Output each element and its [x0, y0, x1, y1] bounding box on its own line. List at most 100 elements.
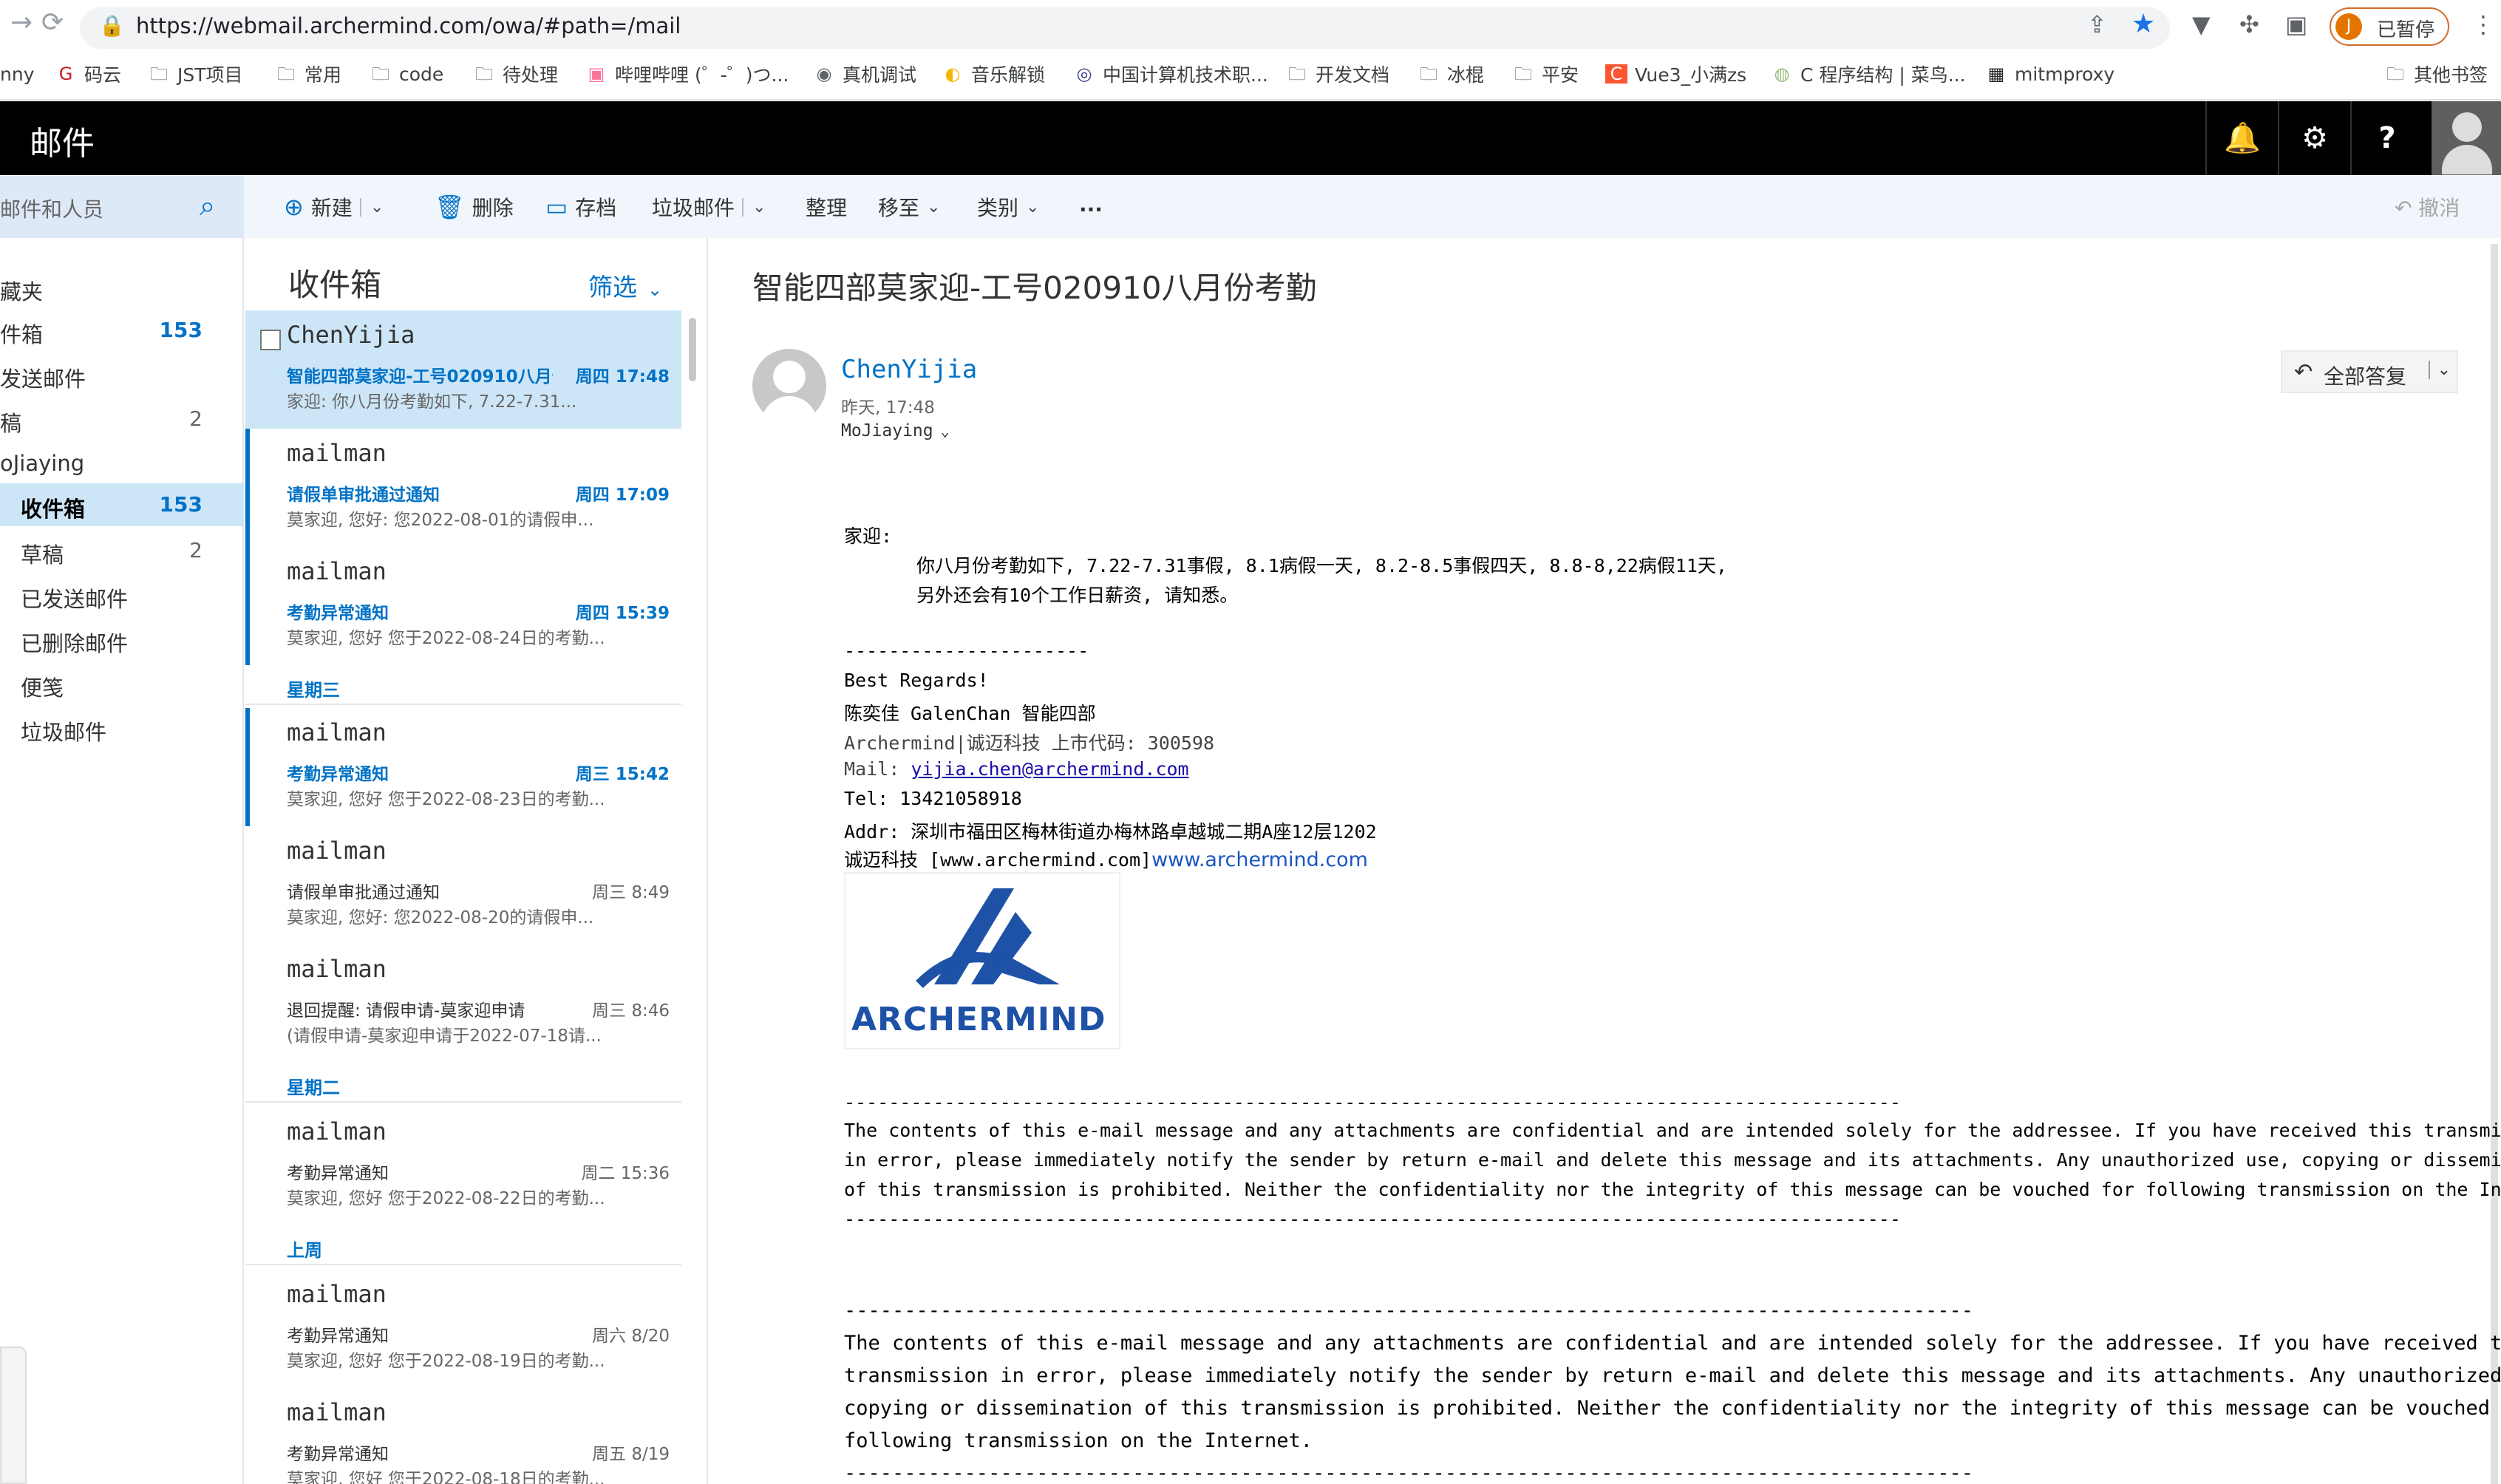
folder-inbox-fav[interactable]: 件箱 153 [0, 309, 244, 352]
site-icon: ◎ [1076, 64, 1092, 84]
globe-icon: ◉ [816, 64, 832, 84]
chevron-down-icon[interactable]: ⌄ [359, 197, 384, 217]
recipient[interactable]: MoJiaying ⌄ [841, 421, 950, 440]
archive-icon: ▭ [545, 193, 568, 221]
bookmark-folder[interactable]: 🗀 code [370, 61, 443, 87]
separator: ----------------------------------------… [844, 1208, 1901, 1230]
search-icon[interactable]: ⌕ [200, 189, 215, 222]
side-panel-icon[interactable]: ▣ [2285, 10, 2307, 38]
undo-button[interactable]: ↶ 撤消 [2395, 192, 2460, 222]
extensions-puzzle-icon[interactable]: ✣ [2239, 10, 2259, 38]
message-item[interactable]: ChenYijia 智能四部莫家迎-工号020910八月份考勤 周四 17:48… [245, 310, 681, 429]
more-actions-button[interactable]: ... [1079, 192, 1103, 217]
bookmark-item[interactable]: G 码云 [55, 61, 121, 87]
url-text[interactable]: https://webmail.archermind.com/owa/#path… [136, 13, 681, 38]
message-item[interactable]: mailman 考勤异常通知 周三 15:42 莫家迎, 您好 您于2022-0… [245, 708, 681, 826]
sender-name[interactable]: ChenYijia [841, 355, 977, 384]
folder-deleted[interactable]: 已删除邮件 [0, 618, 244, 661]
folder-notes[interactable]: 便笺 [0, 662, 244, 705]
bilibili-icon: ▣ [588, 64, 605, 84]
bookmark-item[interactable]: ◐ 音乐解锁 [942, 61, 1046, 87]
sweep-button[interactable]: 整理 [806, 192, 847, 222]
message-item[interactable]: mailman 考勤异常通知 周二 15:36 莫家迎, 您好 您于2022-0… [245, 1107, 681, 1225]
web-link[interactable]: www.archermind.com [1151, 848, 1368, 871]
folder-icon: 🗀 [1420, 64, 1437, 84]
bookmark-item[interactable]: ◎ 中国计算机技术职... [1073, 61, 1268, 87]
forward-icon[interactable]: → [10, 7, 33, 38]
delete-button[interactable]: 🗑 删除 [435, 192, 514, 222]
email-subject: 智能四部莫家迎-工号020910八月份考勤 [752, 270, 1317, 306]
sent-time: 昨天, 17:48 [841, 398, 935, 418]
bookmark-folder[interactable]: 🗀 待处理 [473, 61, 558, 87]
bookmark-item[interactable]: C Vue3_小满zs [1605, 61, 1746, 87]
trash-icon: 🗑 [435, 193, 465, 221]
csdn-icon: C [1605, 64, 1627, 84]
filter-button[interactable]: 筛选 ⌄ [588, 268, 662, 303]
message-item[interactable]: mailman 考勤异常通知 周五 8/19 莫家迎, 您好 您于2022-08… [245, 1388, 681, 1484]
help-icon[interactable]: ? [2350, 101, 2423, 175]
search-input[interactable]: 邮件和人员 [0, 194, 103, 223]
logo-wordmark: ARCHERMIND [851, 1001, 1106, 1038]
bookmark-item[interactable]: ◉ 真机调试 [813, 61, 917, 87]
chevron-down-icon[interactable]: ⌄ [742, 197, 766, 217]
expand-chevron-icon[interactable]: ⌄ [941, 422, 950, 440]
select-checkbox[interactable] [260, 330, 281, 350]
bookmark-item[interactable]: ▣ 哔哩哔哩 (゜-゜)つ... [585, 61, 789, 87]
archive-button[interactable]: ▭ 存档 [545, 192, 616, 222]
email-body-line: 另外还会有10个工作日薪资, 请知悉。 [916, 585, 1239, 606]
new-button[interactable]: ⊕ 新建 ⌄ [284, 192, 384, 222]
message-item[interactable]: mailman 退回提醒: 请假申请-莫家迎申请 周三 8:46 (请假申请-莫… [245, 944, 681, 1063]
folder-icon: 🗀 [2386, 64, 2404, 84]
email-body-line: 你八月份考勤如下, 7.22-7.31事假, 8.1病假一天, 8.2-8.5事… [916, 555, 1727, 576]
folder-favorites[interactable]: 藏夹 [0, 266, 244, 309]
folder-junk[interactable]: 垃圾邮件 [0, 707, 244, 749]
mailbox-header[interactable]: oJiaying [0, 442, 244, 485]
bookmark-folder[interactable]: 🗀 开发文档 [1286, 61, 1389, 87]
message-item[interactable]: mailman 请假单审批通过通知 周三 8:49 莫家迎, 您好: 您2022… [245, 826, 681, 944]
share-icon[interactable]: ⇪ [2087, 10, 2107, 38]
sender-avatar-head [773, 361, 806, 393]
settings-gear-icon[interactable]: ⚙ [2278, 101, 2350, 175]
categories-button[interactable]: 类别 ⌄ [977, 192, 1039, 222]
extension-v-icon[interactable]: ▼ [2192, 10, 2211, 38]
group-header: 星期二 [245, 1069, 681, 1103]
app-title[interactable]: 邮件 [30, 117, 95, 164]
chevron-down-icon[interactable]: ⌄ [2428, 361, 2451, 379]
bookmark-folder[interactable]: 🗀 平安 [1512, 61, 1579, 87]
reply-all-button[interactable]: ↶ 全部答复 ⌄ [2281, 350, 2458, 393]
mail-link[interactable]: yijia.chen@archermind.com [911, 758, 1188, 780]
reload-icon[interactable]: ⟳ [41, 7, 64, 38]
disclaimer-line: The contents of this e-mail message and … [844, 1120, 2501, 1141]
group-header: 星期三 [245, 671, 681, 705]
bookmark-folder[interactable]: 🗀 常用 [275, 61, 341, 87]
notifications-bell-icon[interactable]: 🔔 [2205, 101, 2278, 175]
menu-icon[interactable]: ⋮ [2471, 10, 2495, 38]
bookmark-folder[interactable]: 🗀 JST项目 [148, 61, 243, 87]
junk-button[interactable]: 垃圾邮件 ⌄ [652, 192, 766, 222]
bookmark-star-icon[interactable]: ★ [2131, 9, 2155, 39]
message-item[interactable]: mailman 考勤异常通知 周四 15:39 莫家迎, 您好 您于2022-0… [245, 547, 681, 665]
folder-inbox[interactable]: 收件箱 153 [0, 483, 244, 526]
lock-icon[interactable]: 🔒 [99, 13, 125, 38]
signature-tel: Tel: 13421058918 [844, 788, 1022, 809]
reading-scrollbar[interactable] [2491, 244, 2498, 1484]
folder-sent[interactable]: 已发送邮件 [0, 573, 244, 616]
disclaimer-line: transmission in error, please immediatel… [844, 1364, 2501, 1387]
folder-icon: 🗀 [150, 64, 168, 84]
bookmark-item[interactable]: nny [0, 61, 34, 87]
separator: ----------------------------------------… [844, 1299, 1974, 1322]
mitmproxy-icon: ▦ [1987, 64, 2005, 84]
bookmark-item[interactable]: ▦ mitmproxy [1985, 61, 2115, 87]
move-to-button[interactable]: 移至 ⌄ [878, 192, 940, 222]
bookmark-folder[interactable]: 🗀 冰棍 [1418, 61, 1484, 87]
message-item[interactable]: mailman 考勤异常通知 周六 8/20 莫家迎, 您好 您于2022-08… [245, 1270, 681, 1388]
disclaimer-line: copying or dissemination of this transmi… [844, 1397, 2501, 1420]
list-scrollbar[interactable] [689, 318, 696, 381]
folder-drafts[interactable]: 草稿 2 [0, 529, 244, 572]
folder-drafts-fav[interactable]: 稿2 [0, 398, 244, 440]
message-item[interactable]: mailman 请假单审批通过通知 周四 17:09 莫家迎, 您好: 您202… [245, 429, 681, 547]
bookmark-item[interactable]: ◍ C 程序结构 | 菜鸟... [1771, 61, 1966, 87]
folder-sent-fav[interactable]: 发送邮件 [0, 353, 244, 396]
other-bookmarks[interactable]: 🗀 其他书签 [2384, 61, 2488, 87]
signature-mail: Mail: yijia.chen@archermind.com [844, 758, 1189, 780]
